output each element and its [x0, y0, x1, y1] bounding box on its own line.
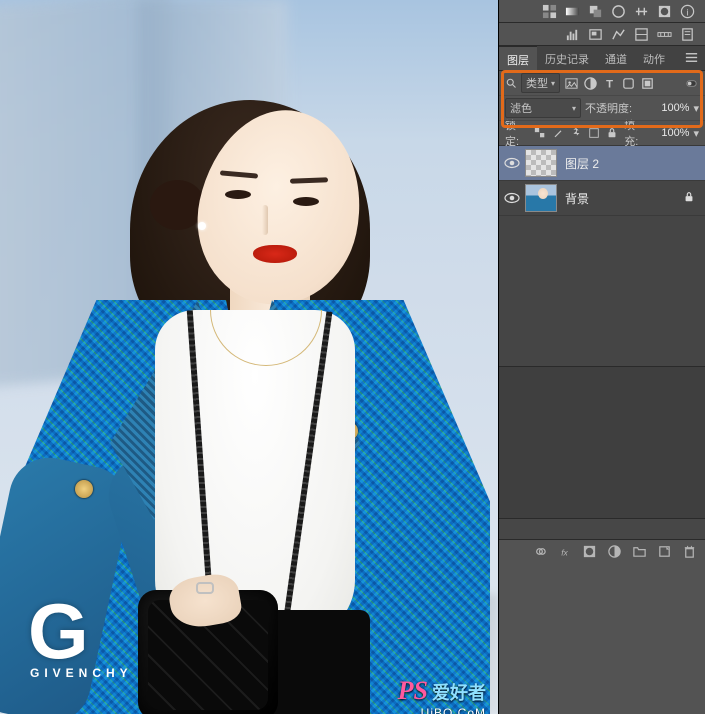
shape-layer-icon[interactable]	[621, 76, 636, 91]
lock-transparency-icon[interactable]	[534, 127, 546, 140]
chevron-down-icon: ▾	[693, 102, 699, 115]
lock-icon	[683, 191, 695, 206]
lock-label: 锁定:	[505, 117, 528, 149]
filter-kind-label: 类型	[526, 75, 548, 91]
adjustment-add-icon[interactable]	[607, 544, 622, 559]
layers-list: 图层 2 背景	[499, 146, 705, 367]
panel-divider[interactable]	[499, 518, 705, 540]
mask-icon[interactable]	[657, 4, 672, 19]
collapsed-panel-row	[499, 23, 705, 46]
figure-nose	[262, 205, 268, 235]
channels-icon[interactable]	[634, 27, 649, 42]
filter-toggle-switch[interactable]	[684, 76, 699, 91]
chevron-down-icon: ▾	[693, 127, 699, 140]
levels-icon[interactable]	[611, 27, 626, 42]
chevron-down-icon: ▾	[572, 104, 576, 113]
brand-logo-letter: G	[28, 600, 89, 662]
layer-row[interactable]: 图层 2	[499, 146, 705, 181]
opacity-value[interactable]	[653, 101, 691, 115]
fill-input[interactable]: ▾	[653, 126, 699, 140]
lock-all-icon[interactable]	[606, 127, 618, 140]
lock-pixels-icon[interactable]	[552, 127, 564, 140]
opacity-input[interactable]: ▾	[653, 101, 699, 115]
document-canvas[interactable]: G GIVENCHY PS爱好者 UiBQ.CoM	[0, 0, 499, 714]
watermark-url: UiBQ.CoM	[421, 706, 486, 714]
layer-thumbnail[interactable]	[525, 184, 557, 212]
tab-history[interactable]: 历史记录	[537, 46, 597, 70]
blend-mode-dropdown[interactable]: 滤色 ▾	[505, 98, 581, 118]
watermark-ps: PS	[398, 676, 428, 705]
lock-artboard-icon[interactable]	[588, 127, 600, 140]
visibility-toggle[interactable]	[499, 192, 525, 204]
adjustment-layer-icon[interactable]	[583, 76, 598, 91]
tab-actions[interactable]: 动作	[635, 46, 673, 70]
svg-text:T: T	[606, 78, 613, 90]
brand-logo-text: GIVENCHY	[30, 666, 133, 680]
visibility-toggle[interactable]	[499, 157, 525, 169]
collapsed-panel-row: i	[499, 0, 705, 23]
measure-icon[interactable]	[657, 27, 672, 42]
pattern-icon[interactable]	[611, 4, 626, 19]
svg-text:fx: fx	[561, 547, 568, 557]
tab-channels[interactable]: 通道	[597, 46, 635, 70]
layers-footer-bar: fx	[499, 540, 705, 564]
swatches-icon[interactable]	[542, 4, 557, 19]
histogram-icon[interactable]	[565, 27, 580, 42]
adjust-icon[interactable]	[634, 4, 649, 19]
chevron-down-icon: ▾	[551, 79, 555, 88]
layer-search[interactable]	[505, 77, 517, 89]
pixel-layer-icon[interactable]	[564, 76, 579, 91]
watermark-cn: 爱好者	[432, 683, 486, 703]
figure-eye	[293, 197, 319, 206]
watermark: PS爱好者	[398, 676, 486, 706]
svg-text:i: i	[686, 7, 688, 17]
panel-menu-icon[interactable]	[678, 46, 705, 69]
layer-row[interactable]: 背景	[499, 181, 705, 216]
opacity-label: 不透明度:	[585, 100, 632, 116]
fill-label: 填充:	[624, 117, 647, 149]
fill-value[interactable]	[653, 126, 691, 140]
figure-ring	[196, 582, 214, 594]
layer-thumbnail[interactable]	[525, 149, 557, 177]
new-layer-icon[interactable]	[657, 544, 672, 559]
panel-tab-bar: 图层 历史记录 通道 动作	[499, 46, 705, 71]
figure-earring	[198, 222, 206, 230]
highlighted-region: 类型 ▾ T 滤色 ▾ 不透明度: ▾	[499, 71, 705, 121]
fx-icon[interactable]: fx	[557, 544, 572, 559]
layer-name[interactable]: 背景	[565, 190, 589, 207]
lock-fill-row: 锁定: 填充: ▾	[499, 121, 705, 146]
lock-position-icon[interactable]	[570, 127, 582, 140]
trash-icon[interactable]	[682, 544, 697, 559]
blend-mode-value: 滤色	[510, 100, 532, 116]
tab-layers[interactable]: 图层	[499, 46, 537, 70]
figure-lips	[253, 245, 297, 263]
filter-kind-dropdown[interactable]: 类型 ▾	[521, 73, 560, 93]
figure-button	[75, 480, 93, 498]
info-icon[interactable]: i	[680, 4, 695, 19]
right-panel-stack: i 图层 历史记录 通道 动作 类型	[499, 0, 705, 714]
layer-name[interactable]: 图层 2	[565, 155, 599, 172]
notes-icon[interactable]	[680, 27, 695, 42]
layers-empty-area[interactable]	[499, 367, 705, 517]
link-icon[interactable]	[532, 544, 547, 559]
gradient-icon[interactable]	[565, 4, 580, 19]
color-icon[interactable]	[588, 4, 603, 19]
navigator-icon[interactable]	[588, 27, 603, 42]
type-layer-icon[interactable]: T	[602, 76, 617, 91]
layer-filter-row: 类型 ▾ T	[499, 71, 705, 96]
blend-opacity-row: 滤色 ▾ 不透明度: ▾	[499, 96, 705, 121]
figure-eye	[225, 190, 251, 199]
smartobject-layer-icon[interactable]	[640, 76, 655, 91]
group-icon[interactable]	[632, 544, 647, 559]
mask-add-icon[interactable]	[582, 544, 597, 559]
panel-empty-area	[499, 564, 705, 714]
